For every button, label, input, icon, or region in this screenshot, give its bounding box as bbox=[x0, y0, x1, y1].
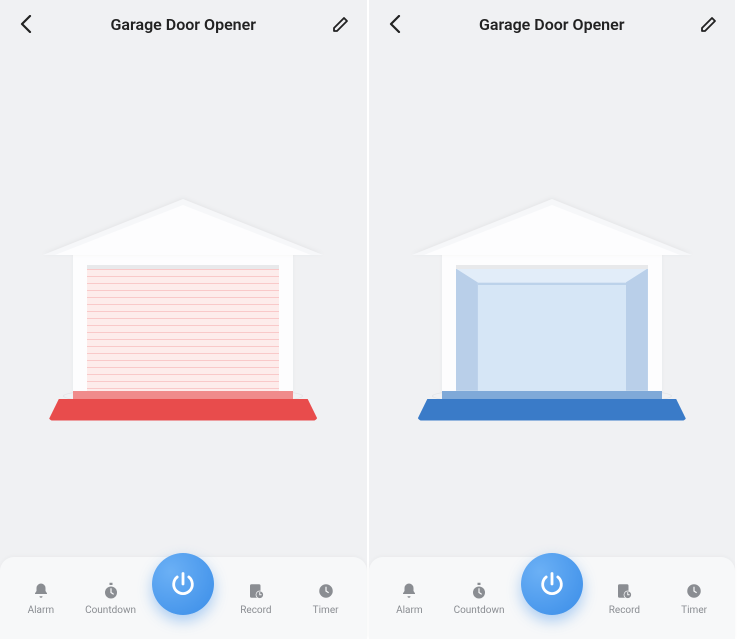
garage-door-open bbox=[456, 269, 648, 391]
driveway-front bbox=[417, 399, 687, 421]
roof-inner bbox=[424, 205, 680, 255]
back-icon[interactable] bbox=[14, 12, 38, 36]
nav-record[interactable]: Record bbox=[596, 580, 652, 616]
bell-icon bbox=[30, 580, 52, 602]
power-button[interactable] bbox=[521, 553, 583, 615]
record-icon bbox=[613, 580, 635, 602]
nav-countdown[interactable]: Countdown bbox=[83, 580, 139, 616]
garage-illustration-open bbox=[422, 199, 682, 449]
nav-label: Record bbox=[609, 605, 640, 616]
garage-door-closed bbox=[87, 269, 279, 391]
nav-alarm[interactable]: Alarm bbox=[381, 580, 437, 616]
garage-body bbox=[442, 251, 662, 391]
edit-icon[interactable] bbox=[697, 12, 721, 36]
nav-label: Alarm bbox=[396, 605, 423, 616]
nav-record[interactable]: Record bbox=[228, 580, 284, 616]
page-title: Garage Door Opener bbox=[407, 15, 698, 34]
nav-label: Timer bbox=[681, 605, 707, 616]
power-icon bbox=[169, 570, 197, 598]
clock-icon bbox=[683, 580, 705, 602]
nav-countdown[interactable]: Countdown bbox=[451, 580, 507, 616]
garage-illustration-closed bbox=[53, 199, 313, 449]
garage-wall-right bbox=[626, 269, 648, 391]
driveway-front bbox=[48, 399, 318, 421]
roof-inner bbox=[55, 205, 311, 255]
edit-icon[interactable] bbox=[329, 12, 353, 36]
garage-ceiling bbox=[456, 269, 648, 283]
power-icon bbox=[538, 570, 566, 598]
back-icon[interactable] bbox=[383, 12, 407, 36]
bell-icon bbox=[398, 580, 420, 602]
record-icon bbox=[245, 580, 267, 602]
garage-body bbox=[73, 251, 293, 391]
screen-closed: Garage Door Opener Alarm bbox=[0, 0, 369, 639]
content-area bbox=[369, 48, 736, 639]
nav-timer[interactable]: Timer bbox=[666, 580, 722, 616]
header: Garage Door Opener bbox=[0, 0, 367, 48]
header: Garage Door Opener bbox=[369, 0, 736, 48]
nav-alarm[interactable]: Alarm bbox=[13, 580, 69, 616]
content-area bbox=[0, 48, 367, 639]
door-opening bbox=[456, 265, 648, 391]
nav-label: Record bbox=[240, 605, 271, 616]
bottom-nav: Alarm Countdown Record Timer bbox=[0, 557, 367, 639]
power-button[interactable] bbox=[152, 553, 214, 615]
nav-label: Alarm bbox=[28, 605, 55, 616]
screen-open: Garage Door Opener bbox=[369, 0, 737, 639]
clock-icon bbox=[315, 580, 337, 602]
nav-label: Timer bbox=[313, 605, 339, 616]
page-title: Garage Door Opener bbox=[38, 15, 329, 34]
nav-timer[interactable]: Timer bbox=[298, 580, 354, 616]
door-opening bbox=[87, 265, 279, 391]
stopwatch-icon bbox=[468, 580, 490, 602]
stopwatch-icon bbox=[100, 580, 122, 602]
nav-label: Countdown bbox=[454, 605, 505, 616]
nav-label: Countdown bbox=[85, 605, 136, 616]
bottom-nav: Alarm Countdown Record Timer bbox=[369, 557, 736, 639]
garage-wall-left bbox=[456, 269, 478, 391]
